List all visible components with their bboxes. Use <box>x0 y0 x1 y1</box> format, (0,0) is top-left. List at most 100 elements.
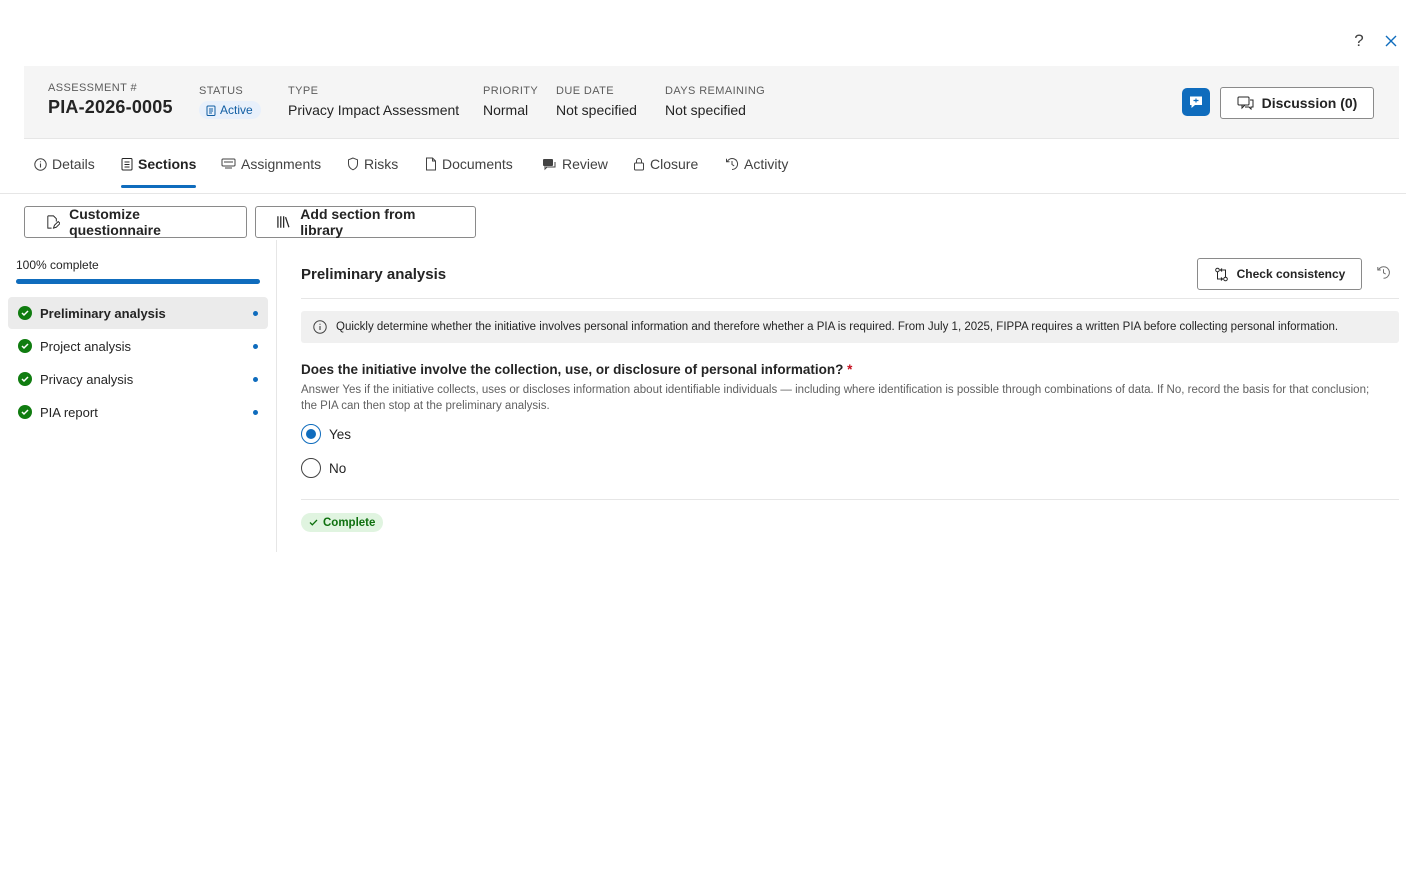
tab-risks-label: Risks <box>364 156 399 172</box>
option-yes-label: Yes <box>329 426 352 442</box>
days-remaining-field: DAYS REMAINING Not specified <box>665 85 765 118</box>
priority-value: Normal <box>483 102 529 118</box>
question-text: Does the initiative involve the collecti… <box>301 362 844 377</box>
days-remaining-label: DAYS REMAINING <box>665 85 766 97</box>
type-label: TYPE <box>288 85 319 97</box>
checkmark-icon <box>309 519 318 526</box>
due-date-label: DUE DATE <box>556 85 615 97</box>
discussion-button[interactable]: Discussion (0) <box>1220 87 1374 119</box>
due-date-value: Not specified <box>556 102 637 118</box>
section-history-button[interactable] <box>1376 265 1391 285</box>
assessment-header: ASSESSMENT # PIA-2026-0005 STATUS Active… <box>24 66 1399 139</box>
complete-label: Complete <box>323 516 376 529</box>
due-date-field: DUE DATE Not specified <box>556 85 637 118</box>
sidebar-item-label: PIA report <box>40 404 98 420</box>
status-value: Active <box>220 103 253 117</box>
check-consistency-button[interactable]: Check consistency <box>1197 258 1362 290</box>
tab-sections[interactable]: Sections <box>121 140 197 188</box>
sidebar-item-preliminary-analysis[interactable]: Preliminary analysis <box>8 297 268 329</box>
history-icon <box>726 158 739 171</box>
status-field: STATUS Active <box>199 85 261 121</box>
option-no-label: No <box>329 460 347 476</box>
check-icon <box>18 306 32 320</box>
option-no[interactable]: No <box>301 458 346 478</box>
progress-label: 100% complete <box>16 258 99 272</box>
chat-icon <box>1190 96 1202 108</box>
tab-activity-label: Activity <box>744 156 789 172</box>
tab-documents[interactable]: Documents <box>425 140 513 188</box>
discussion-label: Discussion (0) <box>1261 95 1358 111</box>
info-banner: Quickly determine whether the initiative… <box>301 311 1399 343</box>
library-icon <box>277 216 290 228</box>
review-icon <box>543 158 556 170</box>
customize-questionnaire-label: Customize questionnaire <box>69 206 161 238</box>
divider <box>301 499 1399 500</box>
edit-document-icon <box>47 215 61 229</box>
progress-fill <box>16 279 260 284</box>
tab-bar: Details Sections Assignments Risks Docum… <box>0 140 1406 194</box>
sidebar-item-pia-report[interactable]: PIA report <box>8 396 268 428</box>
close-icon <box>1385 35 1397 47</box>
check-consistency-label: Check consistency <box>1236 267 1346 281</box>
window-controls: ? <box>1350 30 1400 52</box>
check-icon <box>18 339 32 353</box>
tab-review[interactable]: Review <box>542 140 608 188</box>
unsaved-dot-icon <box>253 344 258 349</box>
option-yes[interactable]: Yes <box>301 424 351 444</box>
help-button[interactable]: ? <box>1350 30 1368 52</box>
tab-risks[interactable]: Risks <box>347 140 398 188</box>
sidebar-item-project-analysis[interactable]: Project analysis <box>8 330 268 362</box>
tab-details[interactable]: Details <box>34 140 95 188</box>
add-section-button[interactable]: Add section from library <box>255 206 476 238</box>
status-label: STATUS <box>199 85 244 97</box>
assignments-icon <box>221 158 236 169</box>
section-title: Preliminary analysis <box>301 266 447 283</box>
assessment-number: PIA-2026-0005 <box>48 97 173 117</box>
type-field: TYPE Privacy Impact Assessment <box>288 85 459 118</box>
customize-questionnaire-button[interactable]: Customize questionnaire <box>24 206 247 238</box>
sidebar-item-privacy-analysis[interactable]: Privacy analysis <box>8 363 268 395</box>
clipboard-icon <box>206 105 216 116</box>
history-icon <box>1377 266 1390 279</box>
add-section-label: Add section from library <box>300 206 416 238</box>
info-icon <box>34 157 47 171</box>
sidebar-item-label: Privacy analysis <box>40 371 134 387</box>
tab-details-label: Details <box>52 156 95 172</box>
radio-no[interactable] <box>301 458 321 478</box>
discussion-icon <box>1237 96 1254 110</box>
status-badge: Complete <box>301 513 384 532</box>
sidebar-item-label: Project analysis <box>40 338 132 354</box>
tab-assignments-label: Assignments <box>241 156 322 172</box>
tab-closure-label: Closure <box>650 156 699 172</box>
lock-icon <box>634 158 644 171</box>
check-icon <box>18 372 32 386</box>
radio-yes[interactable] <box>301 424 321 444</box>
check-icon <box>18 405 32 419</box>
required-marker: * <box>847 362 853 377</box>
clipboard-icon <box>121 158 133 171</box>
close-button[interactable] <box>1382 30 1400 52</box>
question-label: Does the initiative involve the collecti… <box>301 362 852 377</box>
question-help-text: Answer Yes if the initiative collects, u… <box>301 384 1370 412</box>
tab-review-label: Review <box>562 156 608 172</box>
tab-activity[interactable]: Activity <box>725 140 788 188</box>
sidebar-item-label: Preliminary analysis <box>40 305 166 321</box>
divider <box>301 298 1399 299</box>
status-badge: Active <box>199 101 261 119</box>
unsaved-dot-icon <box>253 377 258 382</box>
sections-sidebar: 100% complete Preliminary analysis Proje… <box>0 240 277 552</box>
unsaved-dot-icon <box>253 311 258 316</box>
assessment-number-label: ASSESSMENT # <box>48 82 137 94</box>
document-icon <box>426 157 436 171</box>
days-remaining-value: Not specified <box>665 102 746 118</box>
chat-button[interactable] <box>1182 88 1210 116</box>
priority-label: PRIORITY <box>483 85 539 97</box>
tab-documents-label: Documents <box>442 156 513 172</box>
priority-field: PRIORITY Normal <box>483 85 538 118</box>
unsaved-dot-icon <box>253 410 258 415</box>
tab-closure[interactable]: Closure <box>633 140 698 188</box>
tab-assignments[interactable]: Assignments <box>221 140 321 188</box>
assessment-number-field: ASSESSMENT # PIA-2026-0005 <box>48 82 173 118</box>
info-text: Quickly determine whether the initiative… <box>336 321 1339 333</box>
type-value: Privacy Impact Assessment <box>288 102 460 118</box>
